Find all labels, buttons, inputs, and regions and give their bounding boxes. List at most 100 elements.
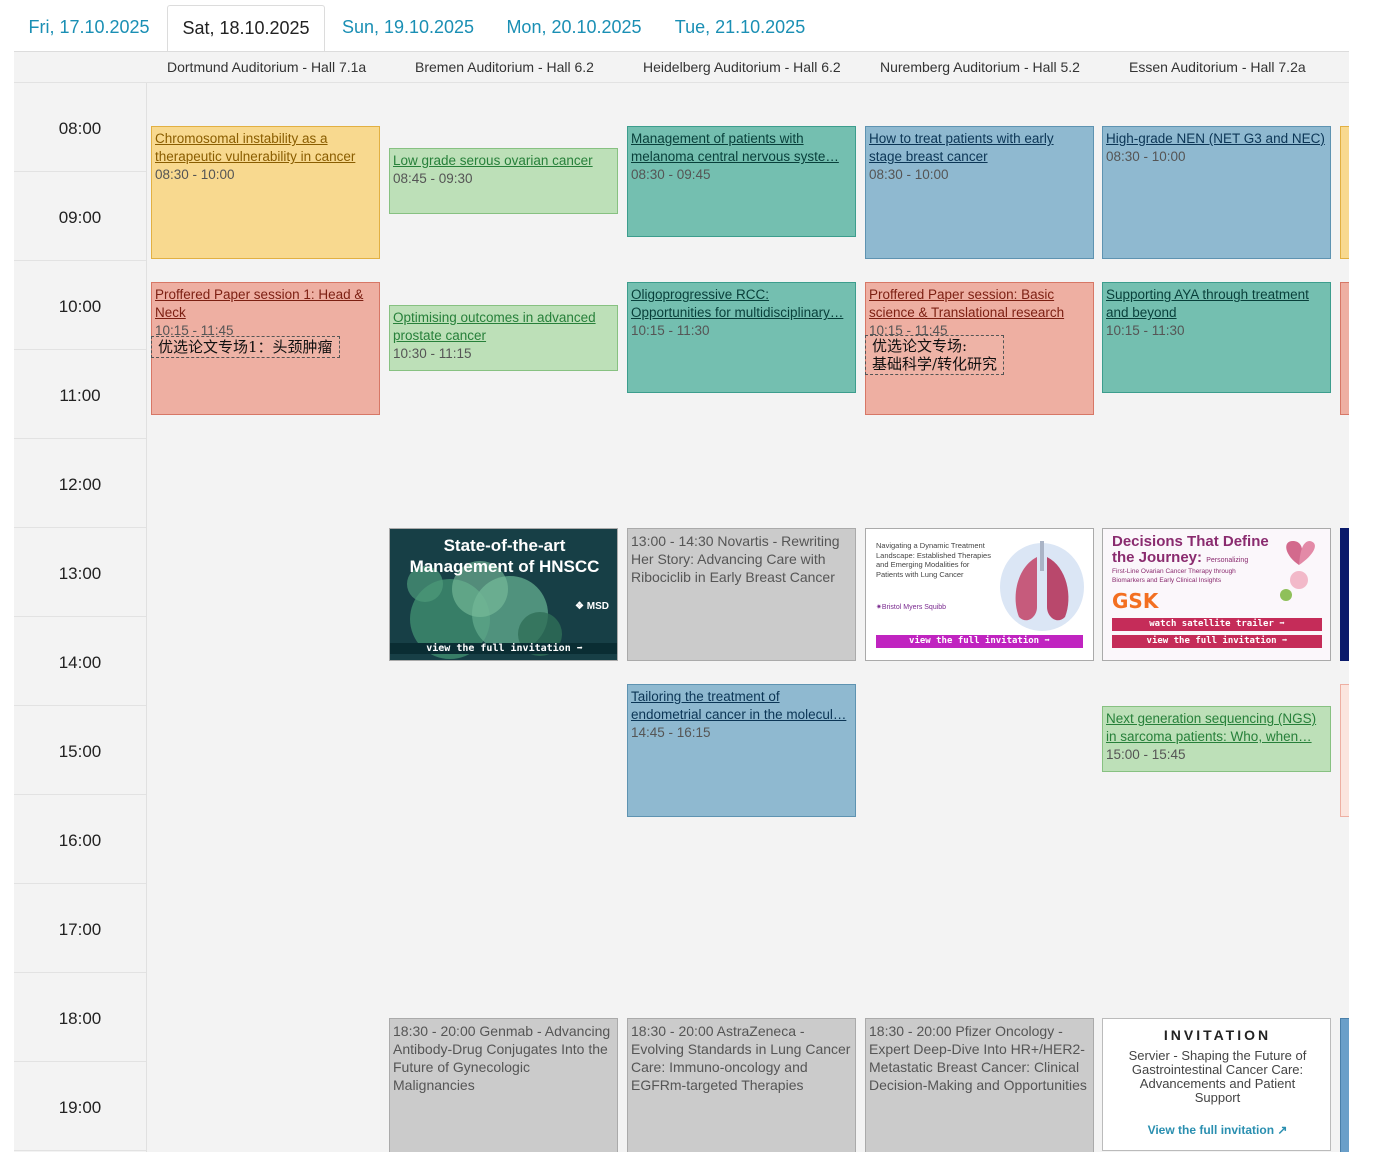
session-early-breast-cancer[interactable]: How to treat patients with early stage b… [865, 126, 1094, 259]
ad-bms-lung[interactable]: Navigating a Dynamic Treatment Landscape… [865, 528, 1094, 661]
session-pfizer-satellite[interactable]: 18:30 - 20:00 Pfizer Oncology - Expert D… [865, 1018, 1094, 1152]
annotation-line: 基础科学/转化研究 [872, 355, 998, 373]
session-time: 15:00 - 15:45 [1106, 747, 1186, 762]
msd-logo: ❖ MSD [575, 601, 609, 612]
session-novartis-satellite[interactable]: 13:00 - 14:30 Novartis - Rewriting Her S… [627, 528, 856, 661]
arrow-right-icon: ➡ [1044, 636, 1050, 646]
room-header-essen: Essen Auditorium - Hall 7.2a [1129, 59, 1306, 75]
session-title[interactable]: Management of patients with melanoma cen… [631, 130, 852, 166]
time-label: 14:00 [58, 653, 102, 672]
bms-view-invitation-button[interactable]: view the full invitation ➡ [876, 635, 1083, 648]
session-melanoma-cns[interactable]: Management of patients with melanoma cen… [627, 126, 856, 237]
room-header-dortmund: Dortmund Auditorium - Hall 7.1a [167, 59, 367, 75]
time-label: 12:00 [58, 475, 102, 494]
room-header-bremen: Bremen Auditorium - Hall 6.2 [415, 59, 594, 75]
time-label: 16:00 [58, 831, 102, 850]
button-label: view the full invitation [426, 643, 571, 654]
room-headers: Dortmund Auditorium - Hall 7.1a Bremen A… [14, 52, 1349, 83]
schedule-grid[interactable]: Dortmund Auditorium - Hall 7.1a Bremen A… [14, 52, 1349, 1152]
session-genmab-satellite[interactable]: 18:30 - 20:00 Genmab - Advancing Antibod… [389, 1018, 618, 1152]
session-time: 08:45 - 09:30 [393, 171, 473, 186]
gsk-ad-subtitle: First-Line Ovarian Cancer Therapy throug… [1112, 567, 1236, 585]
session-optimising-prostate[interactable]: Optimising outcomes in advanced prostate… [389, 305, 618, 371]
gsk-view-invitation-button[interactable]: view the full invitation ➡ [1112, 635, 1322, 648]
session-text: 13:00 - 14:30 Novartis - Rewriting Her S… [631, 533, 840, 585]
tab-fri[interactable]: Fri, 17.10.2025 [14, 5, 164, 51]
view-invitation-link[interactable]: View the full invitation ↗ [1103, 1123, 1330, 1137]
time-label: 08:00 [58, 119, 102, 138]
arrow-right-icon: ➡ [576, 643, 583, 654]
session-partial-yellow[interactable] [1340, 126, 1349, 259]
time-slot: 17:00 [14, 884, 146, 973]
session-ovarian-cancer[interactable]: Low grade serous ovarian cancer 08:45 - … [389, 148, 618, 214]
ad-servier-invitation[interactable]: INVITATION Servier - Shaping the Future … [1102, 1018, 1331, 1151]
button-label: view the full invitation [909, 636, 1040, 646]
bms-logo: ✷Bristol Myers Squibb [876, 603, 946, 611]
session-title[interactable]: Optimising outcomes in advanced prostate… [393, 309, 614, 345]
session-partial-light[interactable] [1340, 684, 1349, 817]
invitation-heading: INVITATION [1163, 1027, 1272, 1043]
session-time: 08:30 - 10:00 [869, 167, 949, 182]
invitation-body: Servier - Shaping the Future of Gastroin… [1128, 1048, 1307, 1105]
time-slot: 19:00 [14, 1062, 146, 1151]
session-title[interactable]: Oligoprogressive RCC: Opportunities for … [631, 286, 852, 322]
session-partial-blue[interactable] [1340, 1018, 1349, 1152]
gsk-ad-title: Decisions That Define the Journey: Perso… [1112, 534, 1292, 569]
session-oligoprogressive-rcc[interactable]: Oligoprogressive RCC: Opportunities for … [627, 282, 856, 393]
session-title[interactable]: Proffered Paper session 1: Head & Neck [155, 286, 376, 322]
ad-title-line: State-of-the-art [443, 536, 566, 555]
time-slot: 11:00 [14, 350, 146, 439]
time-label: 19:00 [58, 1098, 102, 1117]
session-time: 08:30 - 10:00 [155, 167, 235, 182]
tab-sun[interactable]: Sun, 19.10.2025 [330, 5, 486, 51]
session-astrazeneca-satellite[interactable]: 18:30 - 20:00 AstraZeneca - Evolving Sta… [627, 1018, 856, 1152]
ad-line: Navigating a Dynamic Treatment [876, 541, 985, 550]
room-header-heidelberg: Heidelberg Auditorium - Hall 6.2 [643, 59, 841, 75]
time-slot: 13:00 [14, 528, 146, 617]
session-title[interactable]: Next generation sequencing (NGS) in sarc… [1106, 710, 1327, 746]
tab-sat[interactable]: Sat, 18.10.2025 [167, 5, 325, 52]
time-slot: 09:00 [14, 172, 146, 261]
session-text: 18:30 - 20:00 AstraZeneca - Evolving Sta… [631, 1023, 851, 1093]
session-title[interactable]: Low grade serous ovarian cancer [393, 152, 614, 170]
tab-tue[interactable]: Tue, 21.10.2025 [662, 5, 818, 51]
time-axis-divider [146, 83, 147, 1152]
arrow-right-icon: ➡ [1282, 636, 1288, 646]
session-text: 18:30 - 20:00 Genmab - Advancing Antibod… [393, 1023, 611, 1093]
session-endometrial-cancer[interactable]: Tailoring the treatment of endometrial c… [627, 684, 856, 817]
session-title[interactable]: High-grade NEN (NET G3 and NEC) [1106, 130, 1327, 148]
arrow-right-icon: ➡ [1279, 619, 1285, 629]
session-time: 10:15 - 11:30 [631, 323, 710, 338]
msd-view-invitation-button[interactable]: view the full invitation ➡ [390, 643, 617, 654]
time-axis: 08:00 09:00 10:00 11:00 12:00 13:00 14:0… [14, 83, 146, 1152]
session-partial-salmon[interactable] [1340, 282, 1349, 415]
session-title[interactable]: Supporting AYA through treatment and bey… [1106, 286, 1327, 322]
time-slot: 12:00 [14, 439, 146, 528]
ad-subtitle-part: Personalizing [1206, 557, 1249, 564]
session-title[interactable]: Chromosomal instability as a therapeutic… [155, 130, 376, 166]
chinese-annotation-basic-science: 优选论文专场: 基础科学/转化研究 [865, 335, 1005, 375]
session-ngs-sarcoma[interactable]: Next generation sequencing (NGS) in sarc… [1102, 706, 1331, 772]
gsk-watch-trailer-button[interactable]: watch satellite trailer ➡ [1112, 618, 1322, 631]
ad-bms-text: Navigating a Dynamic Treatment Landscape… [876, 541, 991, 579]
session-title[interactable]: Tailoring the treatment of endometrial c… [631, 688, 852, 724]
lungs-illustration-icon [1000, 541, 1084, 631]
ad-msd-hnscc[interactable]: State-of-the-art Management of HNSCC ❖ M… [389, 528, 618, 661]
ad-partial-dark[interactable] [1340, 528, 1349, 661]
ovary-illustration-icon [1280, 540, 1315, 601]
msd-logo-mark-icon: ❖ [575, 601, 584, 612]
session-chromosomal-instability[interactable]: Chromosomal instability as a therapeutic… [151, 126, 380, 259]
room-header-nuremberg: Nuremberg Auditorium - Hall 5.2 [880, 59, 1080, 75]
session-supporting-aya[interactable]: Supporting AYA through treatment and bey… [1102, 282, 1331, 393]
ad-gsk-ovarian[interactable]: Decisions That Define the Journey: Perso… [1102, 528, 1331, 661]
session-title[interactable]: How to treat patients with early stage b… [869, 130, 1090, 166]
time-slot: 08:00 [14, 83, 146, 172]
ad-title-line: Decisions That Define [1112, 533, 1269, 550]
time-slot: 16:00 [14, 795, 146, 884]
button-label: view the full invitation [1146, 636, 1277, 646]
time-slot: 18:00 [14, 973, 146, 1062]
session-high-grade-nen[interactable]: High-grade NEN (NET G3 and NEC) 08:30 - … [1102, 126, 1331, 259]
time-label: 15:00 [58, 742, 102, 761]
session-title[interactable]: Proffered Paper session: Basic science &… [869, 286, 1090, 322]
tab-mon[interactable]: Mon, 20.10.2025 [492, 5, 656, 51]
